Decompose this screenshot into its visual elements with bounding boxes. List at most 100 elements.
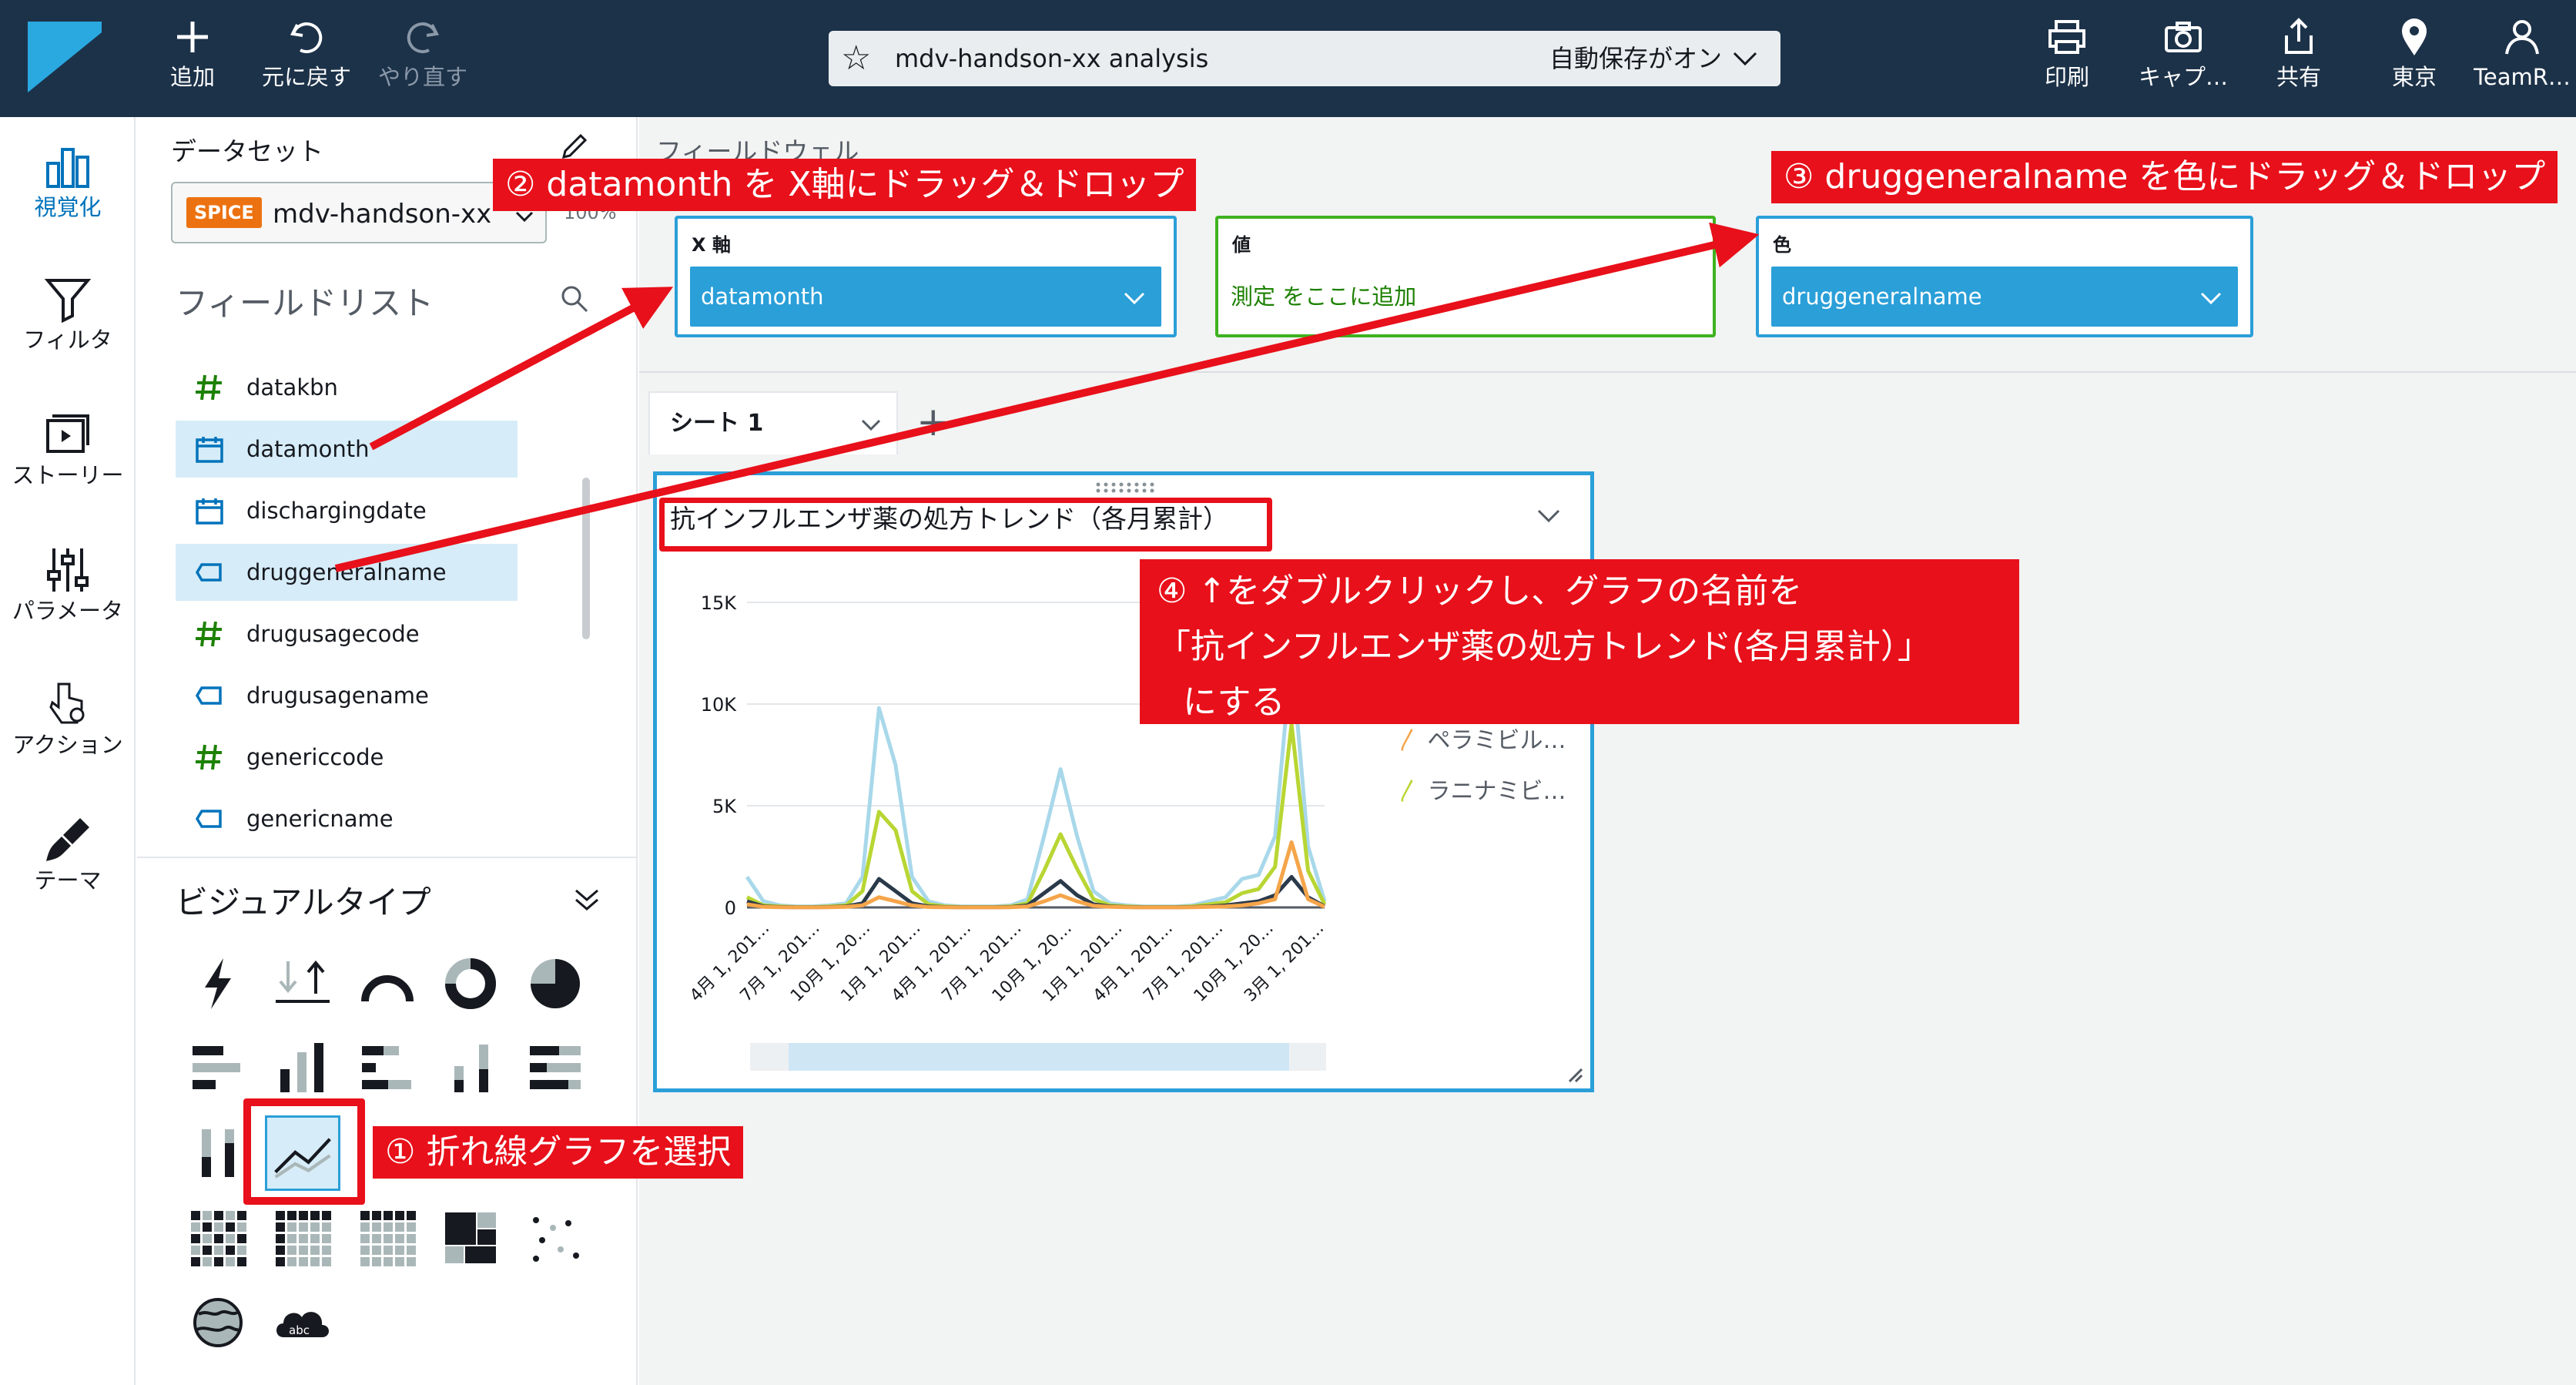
legend-line-icon: 〳 <box>1397 778 1420 805</box>
user-icon <box>2472 14 2572 63</box>
filter-icon <box>44 279 92 324</box>
color-well[interactable]: 色 druggeneralname <box>1756 216 2253 337</box>
parameter-icon <box>47 548 89 592</box>
color-field-chip[interactable]: druggeneralname <box>1771 267 2238 327</box>
camera-icon <box>2133 14 2233 63</box>
chevron-down-icon[interactable] <box>2198 285 2224 311</box>
field-item-drugusagecode[interactable]: drugusagecode <box>176 605 518 662</box>
dataset-select[interactable]: SPICE mdv-handson-xx <box>171 182 547 243</box>
print-button[interactable]: 印刷 <box>2028 14 2105 103</box>
value-label: 値 <box>1232 234 1251 256</box>
autosave-status[interactable]: 自動保存がオン <box>1549 43 1722 74</box>
search-icon[interactable] <box>559 283 590 314</box>
vt-gauge-icon[interactable] <box>354 951 420 1017</box>
dimension-field-icon <box>195 810 222 828</box>
printer-icon <box>2028 14 2105 63</box>
vt-kpi-icon[interactable] <box>270 951 336 1017</box>
vt-pie-icon[interactable] <box>522 951 588 1017</box>
vt-autograph-icon[interactable] <box>185 951 251 1017</box>
numeric-field-icon <box>196 621 222 647</box>
vt-percent-vertical-bar-icon[interactable] <box>185 1120 251 1186</box>
region-button[interactable]: 東京 <box>2380 14 2449 103</box>
vt-vertical-bar-icon[interactable] <box>270 1035 336 1102</box>
action-icon <box>49 682 85 724</box>
collapse-chevron-icon[interactable] <box>573 886 601 914</box>
rail-item-theme[interactable]: テーマ <box>0 813 136 895</box>
field-item-datakbn[interactable]: datakbn <box>176 359 518 416</box>
step2-label: ② datamonth を X軸にドラッグ＆ドロップ <box>493 159 1197 211</box>
drag-handle-icon[interactable] <box>1094 481 1155 495</box>
rail-item-visualize[interactable]: 視覚化 <box>0 140 136 222</box>
legend-item[interactable]: 〳 ラニナミビ… <box>1397 772 1566 806</box>
spice-badge: SPICE <box>186 197 262 228</box>
capture-button[interactable]: キャプ… <box>2133 14 2233 103</box>
vt-stacked-vertical-bar-icon[interactable] <box>437 1035 504 1102</box>
vt-heatmap-icon[interactable] <box>185 1205 251 1271</box>
x-axis-field-chip[interactable]: datamonth <box>690 267 1161 327</box>
share-icon <box>2264 14 2333 63</box>
dataset-name: mdv-handson-xx <box>273 199 492 230</box>
field-item-datamonth[interactable]: datamonth <box>176 421 518 478</box>
series-line[interactable] <box>745 722 1327 909</box>
theme-icon <box>46 818 89 861</box>
favorite-star-icon[interactable]: ☆ <box>841 39 871 79</box>
rail-item-filter[interactable]: フィルタ <box>0 273 136 354</box>
visual-menu-chevron-icon[interactable] <box>1536 502 1562 528</box>
add-sheet-button[interactable]: + <box>916 399 950 445</box>
vt-donut-icon[interactable] <box>437 951 504 1017</box>
y-tick-label: 5K <box>712 796 737 817</box>
chart-scroll-thumb[interactable] <box>789 1043 1289 1071</box>
x-axis-well[interactable]: X 軸 datamonth <box>675 216 1177 337</box>
analysis-title-bar[interactable]: ☆ mdv-handson-xx analysis 自動保存がオン <box>829 31 1780 86</box>
field-item-genericcode[interactable]: genericcode <box>176 729 518 786</box>
numeric-field-icon <box>196 744 222 770</box>
tab-sheet-1[interactable]: シート 1 <box>648 391 898 454</box>
vt-table-icon[interactable] <box>354 1205 420 1271</box>
step4-title-highlight-box <box>659 498 1272 552</box>
vt-pivot-table-icon[interactable] <box>270 1205 336 1271</box>
svg-text:abc: abc <box>289 1323 310 1337</box>
rail-item-parameter[interactable]: パラメータ <box>0 544 136 625</box>
fieldlist-heading: フィールドリスト <box>176 284 434 322</box>
undo-button[interactable]: 元に戻す <box>254 14 359 103</box>
visualtypes-heading: ビジュアルタイプ <box>176 884 431 921</box>
user-menu-button[interactable]: TeamR… <box>2472 14 2572 103</box>
field-item-druggeneralname[interactable]: druggeneralname <box>176 544 518 601</box>
vt-horizontal-bar-icon[interactable] <box>185 1035 251 1102</box>
dimension-field-icon <box>195 563 222 582</box>
chevron-down-icon[interactable] <box>1731 45 1759 72</box>
rail-item-story[interactable]: ストーリー <box>0 408 136 490</box>
rail-item-action[interactable]: アクション <box>0 678 136 760</box>
add-button[interactable]: 追加 <box>162 14 223 103</box>
redo-icon <box>371 14 474 63</box>
edit-pencil-icon[interactable] <box>559 131 590 162</box>
field-item-genericname[interactable]: genericname <box>176 790 518 847</box>
vt-geospatial-map-icon[interactable] <box>185 1289 251 1356</box>
vt-tree-map-icon[interactable] <box>437 1205 504 1271</box>
value-well[interactable]: 値 測定 をここに追加 <box>1215 216 1716 337</box>
x-axis-label: X 軸 <box>692 234 731 256</box>
visualize-icon <box>46 148 89 188</box>
vt-word-cloud-icon[interactable]: abc <box>270 1289 336 1356</box>
resize-handle-icon[interactable] <box>1563 1063 1583 1083</box>
step3-label: ③ druggeneralname を色にドラッグ＆ドロップ <box>1771 151 2558 203</box>
legend-line-icon: 〳 <box>1397 727 1420 754</box>
chevron-down-icon[interactable] <box>859 413 883 436</box>
vt-stacked-horizontal-bar-icon[interactable] <box>354 1035 420 1102</box>
analysis-title: mdv-handson-xx analysis <box>895 44 1209 73</box>
step4-note: ④ ↑をダブルクリックし、グラフの名前を 「抗インフルエンザ薬の処方トレンド(各… <box>1140 559 2019 724</box>
field-list-scrollbar[interactable] <box>582 478 590 639</box>
vt-scatter-plot-icon[interactable] <box>522 1205 588 1271</box>
color-label: 色 <box>1773 234 1791 256</box>
quicksight-logo-icon[interactable] <box>28 22 102 92</box>
field-item-drugusagename[interactable]: drugusagename <box>176 667 518 724</box>
field-item-dischargingdate[interactable]: dischargingdate <box>176 482 518 539</box>
date-field-icon <box>196 437 223 463</box>
vt-percent-bar-icon[interactable] <box>522 1035 588 1102</box>
chevron-down-icon[interactable] <box>1121 285 1147 311</box>
location-pin-icon <box>2380 14 2449 63</box>
story-icon <box>46 414 89 453</box>
redo-button[interactable]: やり直す <box>371 14 474 103</box>
share-button[interactable]: 共有 <box>2264 14 2333 103</box>
step1-label: ① 折れ線グラフを選択 <box>373 1126 744 1179</box>
